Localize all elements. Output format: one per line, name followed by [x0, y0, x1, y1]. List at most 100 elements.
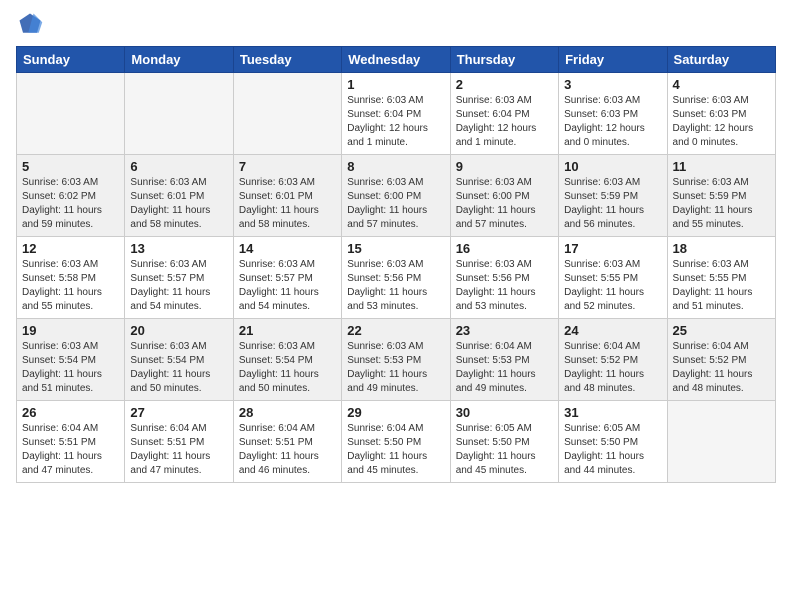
calendar-table: SundayMondayTuesdayWednesdayThursdayFrid…: [16, 46, 776, 483]
calendar-day-cell: 6 Sunrise: 6:03 AM Sunset: 6:01 PM Daylig…: [125, 155, 233, 237]
calendar-day-cell: 10 Sunrise: 6:03 AM Sunset: 5:59 PM Dayli…: [559, 155, 667, 237]
day-info: Sunrise: 6:03 AM Sunset: 6:01 PM Dayligh…: [239, 176, 336, 232]
calendar-page: SundayMondayTuesdayWednesdayThursdayFrid…: [0, 0, 792, 612]
calendar-day-cell: 15Sunrise: 6:03 AM Sunset: 5:56 PM Dayli…: [342, 237, 450, 319]
calendar-day-cell: 21 Sunrise: 6:03 AM Sunset: 5:54 PM Dayli…: [233, 319, 341, 401]
day-number: 21: [239, 323, 336, 338]
calendar-week-row: 19 Sunrise: 6:03 AM Sunset: 5:54 PM Dayli…: [17, 319, 776, 401]
weekday-header-wednesday: Wednesday: [342, 47, 450, 73]
calendar-day-cell: [233, 73, 341, 155]
calendar-day-cell: 20 Sunrise: 6:03 AM Sunset: 5:54 PM Dayli…: [125, 319, 233, 401]
calendar-week-row: 12Sunrise: 6:03 AM Sunset: 5:58 PM Dayli…: [17, 237, 776, 319]
day-number: 26: [22, 405, 119, 420]
day-info: Sunrise: 6:04 AM Sunset: 5:52 PM Dayligh…: [673, 340, 770, 396]
day-number: 18: [673, 241, 770, 256]
calendar-day-cell: 1 Sunrise: 6:03 AM Sunset: 6:04 PM Daylig…: [342, 73, 450, 155]
day-info: Sunrise: 6:03 AM Sunset: 5:59 PM Dayligh…: [564, 176, 661, 232]
day-number: 4: [673, 77, 770, 92]
calendar-day-cell: 19 Sunrise: 6:03 AM Sunset: 5:54 PM Dayli…: [17, 319, 125, 401]
calendar-day-cell: 18 Sunrise: 6:03 AM Sunset: 5:55 PM Dayli…: [667, 237, 775, 319]
calendar-day-cell: [17, 73, 125, 155]
day-info: Sunrise: 6:03 AM Sunset: 6:00 PM Dayligh…: [456, 176, 553, 232]
day-info: Sunrise: 6:03 AM Sunset: 6:04 PM Dayligh…: [347, 94, 444, 150]
calendar-day-cell: 29Sunrise: 6:04 AM Sunset: 5:50 PM Dayli…: [342, 401, 450, 483]
weekday-header-tuesday: Tuesday: [233, 47, 341, 73]
day-number: 9: [456, 159, 553, 174]
day-number: 20: [130, 323, 227, 338]
calendar-week-row: 26 Sunrise: 6:04 AM Sunset: 5:51 PM Dayli…: [17, 401, 776, 483]
calendar-day-cell: 23 Sunrise: 6:04 AM Sunset: 5:53 PM Dayli…: [450, 319, 558, 401]
calendar-day-cell: 28 Sunrise: 6:04 AM Sunset: 5:51 PM Dayli…: [233, 401, 341, 483]
day-info: Sunrise: 6:03 AM Sunset: 6:03 PM Dayligh…: [564, 94, 661, 150]
calendar-day-cell: [125, 73, 233, 155]
calendar-day-cell: 7 Sunrise: 6:03 AM Sunset: 6:01 PM Daylig…: [233, 155, 341, 237]
day-number: 28: [239, 405, 336, 420]
day-info: Sunrise: 6:05 AM Sunset: 5:50 PM Dayligh…: [456, 422, 553, 478]
day-info: Sunrise: 6:03 AM Sunset: 6:03 PM Dayligh…: [673, 94, 770, 150]
calendar-week-row: 5 Sunrise: 6:03 AM Sunset: 6:02 PM Daylig…: [17, 155, 776, 237]
day-info: Sunrise: 6:04 AM Sunset: 5:52 PM Dayligh…: [564, 340, 661, 396]
calendar-week-row: 1 Sunrise: 6:03 AM Sunset: 6:04 PM Daylig…: [17, 73, 776, 155]
day-info: Sunrise: 6:03 AM Sunset: 5:55 PM Dayligh…: [564, 258, 661, 314]
day-info: Sunrise: 6:03 AM Sunset: 5:54 PM Dayligh…: [130, 340, 227, 396]
day-info: Sunrise: 6:03 AM Sunset: 5:59 PM Dayligh…: [673, 176, 770, 232]
day-number: 30: [456, 405, 553, 420]
calendar-day-cell: 22 Sunrise: 6:03 AM Sunset: 5:53 PM Dayli…: [342, 319, 450, 401]
day-info: Sunrise: 6:03 AM Sunset: 6:01 PM Dayligh…: [130, 176, 227, 232]
day-number: 8: [347, 159, 444, 174]
logo-icon: [16, 10, 44, 38]
day-number: 15: [347, 241, 444, 256]
day-info: Sunrise: 6:04 AM Sunset: 5:51 PM Dayligh…: [239, 422, 336, 478]
day-number: 12: [22, 241, 119, 256]
weekday-header-friday: Friday: [559, 47, 667, 73]
day-number: 23: [456, 323, 553, 338]
day-number: 14: [239, 241, 336, 256]
calendar-day-cell: 16Sunrise: 6:03 AM Sunset: 5:56 PM Dayli…: [450, 237, 558, 319]
day-number: 22: [347, 323, 444, 338]
day-info: Sunrise: 6:03 AM Sunset: 5:54 PM Dayligh…: [22, 340, 119, 396]
day-number: 17: [564, 241, 661, 256]
day-number: 24: [564, 323, 661, 338]
calendar-day-cell: 31 Sunrise: 6:05 AM Sunset: 5:50 PM Dayli…: [559, 401, 667, 483]
day-number: 31: [564, 405, 661, 420]
day-info: Sunrise: 6:04 AM Sunset: 5:53 PM Dayligh…: [456, 340, 553, 396]
day-number: 5: [22, 159, 119, 174]
calendar-day-cell: 12Sunrise: 6:03 AM Sunset: 5:58 PM Dayli…: [17, 237, 125, 319]
calendar-day-cell: 30 Sunrise: 6:05 AM Sunset: 5:50 PM Dayli…: [450, 401, 558, 483]
day-number: 25: [673, 323, 770, 338]
day-info: Sunrise: 6:03 AM Sunset: 5:54 PM Dayligh…: [239, 340, 336, 396]
day-number: 10: [564, 159, 661, 174]
calendar-day-cell: 17 Sunrise: 6:03 AM Sunset: 5:55 PM Dayli…: [559, 237, 667, 319]
day-info: Sunrise: 6:03 AM Sunset: 6:02 PM Dayligh…: [22, 176, 119, 232]
day-info: Sunrise: 6:03 AM Sunset: 5:55 PM Dayligh…: [673, 258, 770, 314]
day-number: 19: [22, 323, 119, 338]
weekday-header-thursday: Thursday: [450, 47, 558, 73]
day-info: Sunrise: 6:03 AM Sunset: 5:57 PM Dayligh…: [239, 258, 336, 314]
calendar-day-cell: 5 Sunrise: 6:03 AM Sunset: 6:02 PM Daylig…: [17, 155, 125, 237]
day-number: 3: [564, 77, 661, 92]
day-number: 7: [239, 159, 336, 174]
calendar-day-cell: 4 Sunrise: 6:03 AM Sunset: 6:03 PM Daylig…: [667, 73, 775, 155]
calendar-day-cell: 9 Sunrise: 6:03 AM Sunset: 6:00 PM Daylig…: [450, 155, 558, 237]
calendar-day-cell: 26 Sunrise: 6:04 AM Sunset: 5:51 PM Dayli…: [17, 401, 125, 483]
day-number: 16: [456, 241, 553, 256]
day-number: 1: [347, 77, 444, 92]
day-info: Sunrise: 6:03 AM Sunset: 6:00 PM Dayligh…: [347, 176, 444, 232]
day-info: Sunrise: 6:04 AM Sunset: 5:51 PM Dayligh…: [22, 422, 119, 478]
day-info: Sunrise: 6:05 AM Sunset: 5:50 PM Dayligh…: [564, 422, 661, 478]
calendar-day-cell: 25 Sunrise: 6:04 AM Sunset: 5:52 PM Dayli…: [667, 319, 775, 401]
calendar-day-cell: 24 Sunrise: 6:04 AM Sunset: 5:52 PM Dayli…: [559, 319, 667, 401]
weekday-header-saturday: Saturday: [667, 47, 775, 73]
weekday-header-sunday: Sunday: [17, 47, 125, 73]
calendar-day-cell: 8 Sunrise: 6:03 AM Sunset: 6:00 PM Daylig…: [342, 155, 450, 237]
day-number: 11: [673, 159, 770, 174]
logo: [16, 10, 48, 38]
day-info: Sunrise: 6:03 AM Sunset: 5:53 PM Dayligh…: [347, 340, 444, 396]
calendar-day-cell: 27Sunrise: 6:04 AM Sunset: 5:51 PM Dayli…: [125, 401, 233, 483]
calendar-day-cell: 3 Sunrise: 6:03 AM Sunset: 6:03 PM Daylig…: [559, 73, 667, 155]
day-number: 13: [130, 241, 227, 256]
calendar-day-cell: 2Sunrise: 6:03 AM Sunset: 6:04 PM Daylig…: [450, 73, 558, 155]
calendar-day-cell: 13Sunrise: 6:03 AM Sunset: 5:57 PM Dayli…: [125, 237, 233, 319]
day-number: 6: [130, 159, 227, 174]
day-info: Sunrise: 6:03 AM Sunset: 6:04 PM Dayligh…: [456, 94, 553, 150]
